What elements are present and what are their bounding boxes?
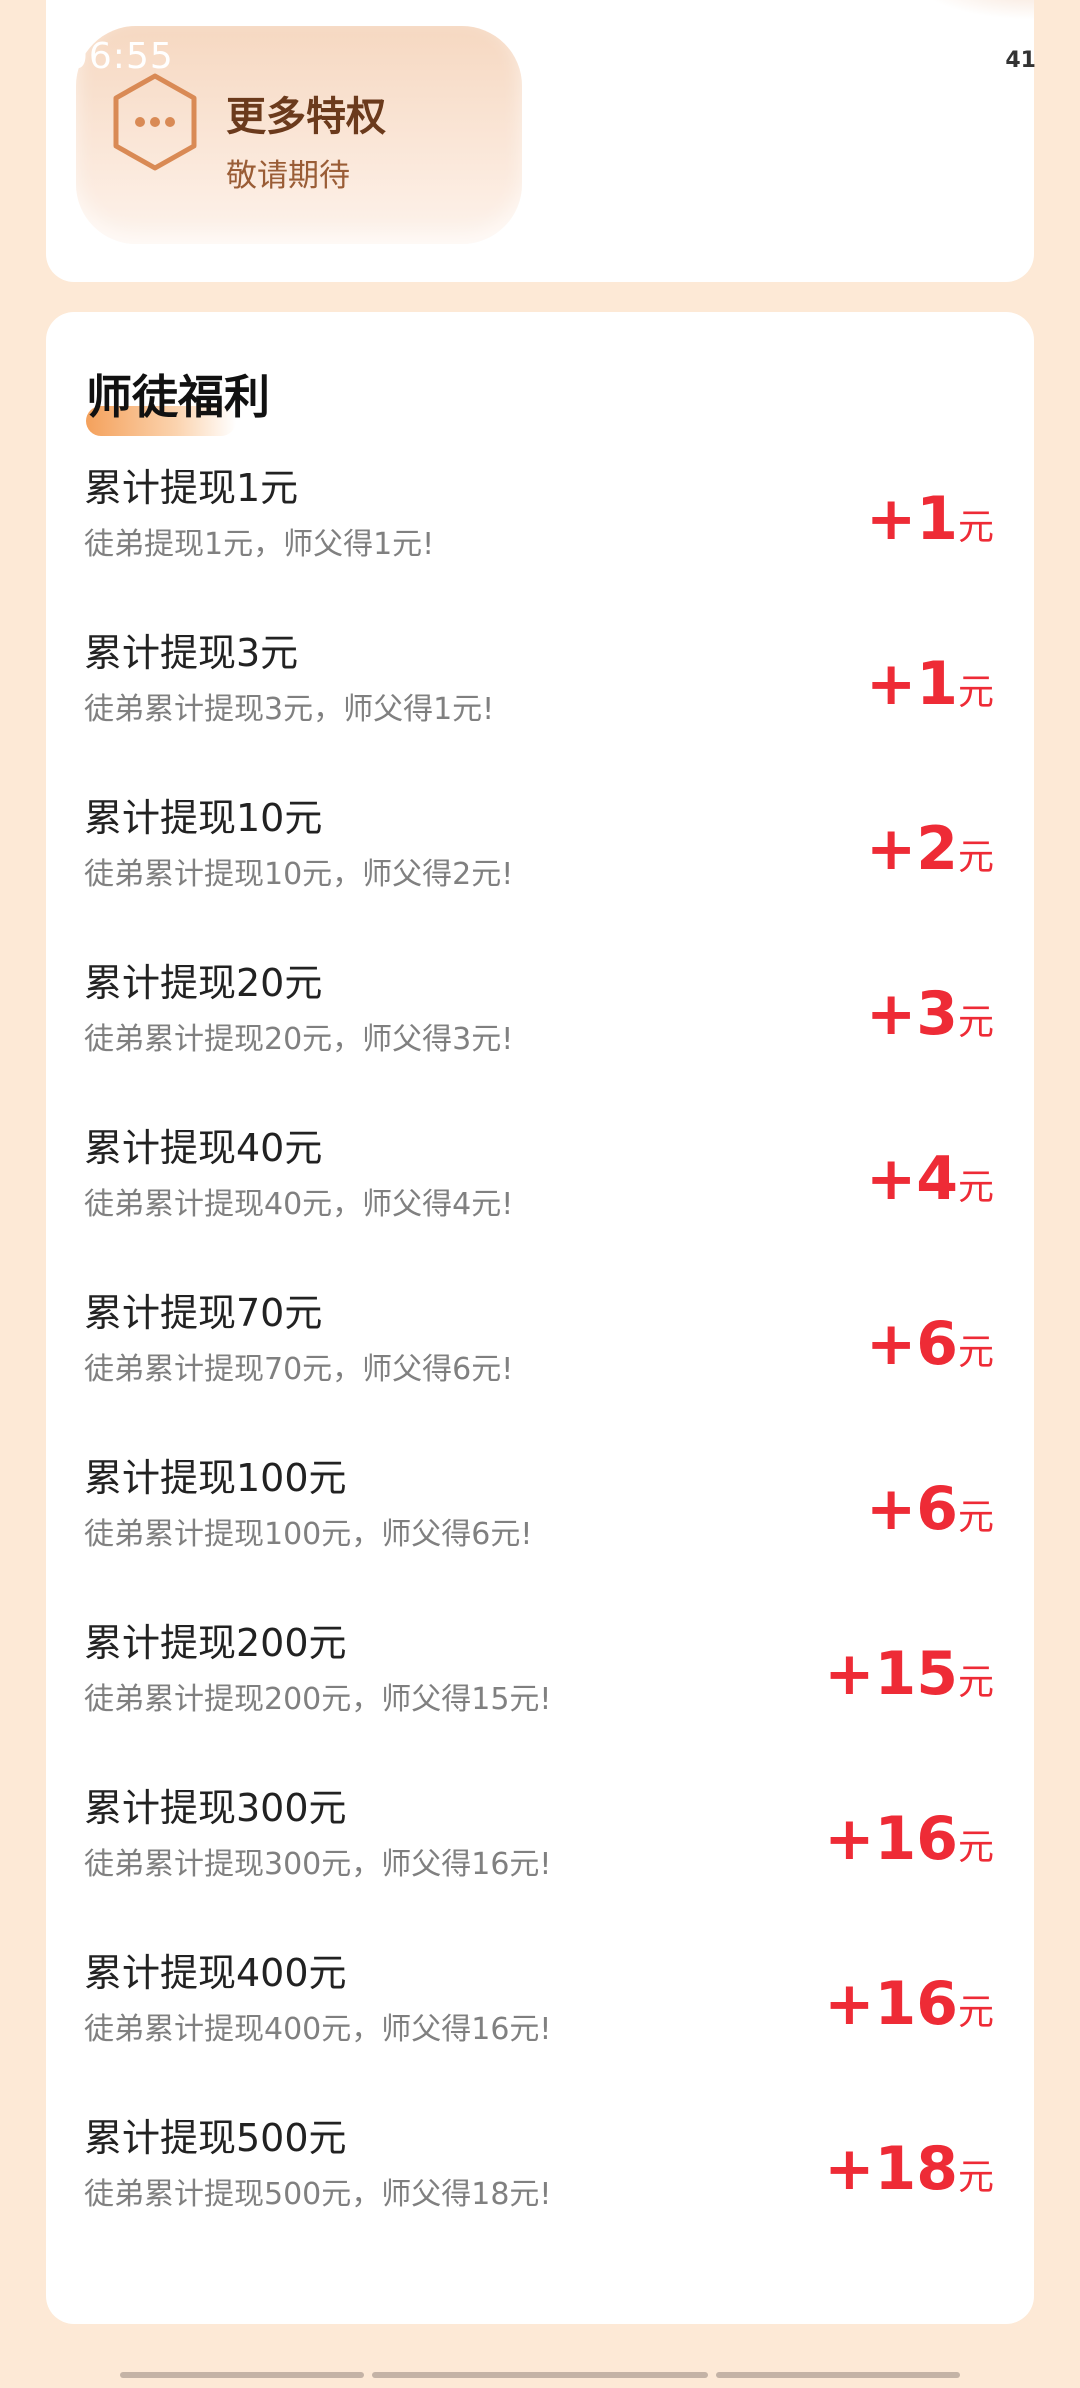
- bottom-tab-indicator: [120, 2372, 960, 2380]
- reward-amount: +15元: [824, 1639, 994, 1709]
- reward-row: 累计提现3元徒弟累计提现3元，师父得1元! +1元: [46, 627, 1034, 792]
- reward-amount-unit: 元: [957, 1827, 994, 1868]
- reward-amount-unit: 元: [957, 507, 994, 548]
- tab-indicator-1[interactable]: [120, 2372, 364, 2378]
- reward-amount-unit: 元: [957, 1992, 994, 2033]
- reward-name: 累计提现100元: [84, 1456, 347, 1500]
- reward-row: 累计提现10元徒弟累计提现10元，师父得2元! +2元: [46, 792, 1034, 957]
- reward-description: 徒弟累计提现3元，师父得1元!: [84, 692, 495, 727]
- reward-name: 累计提现300元: [84, 1786, 347, 1830]
- reward-amount: +2元: [866, 814, 994, 884]
- card-glow-decoration: [914, 0, 1034, 20]
- reward-amount-value: +18: [824, 2134, 958, 2204]
- reward-name: 累计提现400元: [84, 1951, 347, 1995]
- reward-amount-value: +15: [824, 1639, 958, 1709]
- reward-description: 徒弟累计提现500元，师父得18元!: [84, 2177, 552, 2212]
- reward-amount-unit: 元: [957, 1002, 994, 1043]
- reward-amount-value: +6: [865, 1309, 958, 1379]
- reward-description: 徒弟累计提现10元，师父得2元!: [84, 857, 514, 892]
- reward-amount-value: +4: [865, 1144, 958, 1214]
- reward-description: 徒弟累计提现300元，师父得16元!: [84, 1847, 552, 1882]
- reward-amount-unit: 元: [957, 1662, 994, 1703]
- reward-row: 累计提现500元徒弟累计提现500元，师父得18元! +18元: [46, 2112, 1034, 2277]
- reward-amount-value: +2: [865, 814, 958, 884]
- reward-name: 累计提现3元: [84, 631, 299, 675]
- reward-description: 徒弟累计提现200元，师父得15元!: [84, 1682, 552, 1717]
- reward-amount-unit: 元: [957, 672, 994, 713]
- reward-list: 累计提现1元 徒弟提现1元，师父得1元! +1元 累计提现3元 徒弟累计提现3元，师父得…: [46, 462, 1034, 2277]
- reward-description: 徒弟累计提现20元，师父得3元!: [84, 1022, 514, 1057]
- tab-indicator-3[interactable]: [716, 2372, 960, 2378]
- reward-row: 累计提现100元徒弟累计提现100元，师父得6元! +6元: [46, 1452, 1034, 1617]
- reward-name: 累计提现70元: [84, 1291, 323, 1335]
- reward-amount: +4元: [866, 1144, 994, 1214]
- reward-amount-value: +3: [865, 979, 958, 1049]
- welfare-card: 师徒福利 累计提现1元 徒弟提现1元，师父得1元! +1元 累计提现3元 徒弟累计提现3…: [46, 312, 1034, 2324]
- welfare-title: 师徒福利: [86, 370, 270, 424]
- more-dots-hexagon-icon: [113, 73, 197, 171]
- tab-indicator-2[interactable]: [372, 2372, 708, 2378]
- reward-amount-unit: 元: [957, 1167, 994, 1208]
- reward-name: 累计提现1元: [84, 466, 299, 510]
- reward-row: 累计提现70元徒弟累计提现70元，师父得6元! +6元: [46, 1287, 1034, 1452]
- reward-amount-unit: 元: [957, 2157, 994, 2198]
- welfare-header: 师徒福利: [86, 362, 270, 436]
- reward-name: 累计提现10元: [84, 796, 323, 840]
- reward-amount-value: +1: [865, 649, 958, 719]
- reward-description: 徒弟累计提现70元，师父得6元!: [84, 1352, 514, 1387]
- more-privilege-title: 更多特权: [226, 94, 386, 140]
- reward-amount: +16元: [824, 1969, 994, 2039]
- reward-amount-unit: 元: [957, 1497, 994, 1538]
- reward-name: 累计提现40元: [84, 1126, 323, 1170]
- reward-description: 徒弟提现1元，师父得1元!: [84, 527, 435, 562]
- reward-amount: +1元: [866, 649, 994, 719]
- reward-row: 累计提现40元徒弟累计提现40元，师父得4元! +4元: [46, 1122, 1034, 1287]
- reward-amount: +6元: [866, 1474, 994, 1544]
- reward-row: 累计提现300元徒弟累计提现300元，师父得16元! +16元: [46, 1782, 1034, 1947]
- reward-amount-value: +6: [865, 1474, 958, 1544]
- more-privilege-tile[interactable]: 更多特权 敬请期待: [76, 26, 522, 244]
- reward-name: 累计提现500元: [84, 2116, 347, 2160]
- reward-description: 徒弟累计提现400元，师父得16元!: [84, 2012, 552, 2047]
- reward-amount-value: +16: [824, 1969, 958, 2039]
- reward-row: 累计提现400元徒弟累计提现400元，师父得16元! +16元: [46, 1947, 1034, 2112]
- reward-amount-unit: 元: [957, 837, 994, 878]
- reward-amount: +6元: [866, 1309, 994, 1379]
- reward-description: 徒弟累计提现100元，师父得6元!: [84, 1517, 533, 1552]
- reward-row: 累计提现20元徒弟累计提现20元，师父得3元! +3元: [46, 957, 1034, 1122]
- reward-amount-unit: 元: [957, 1332, 994, 1373]
- reward-amount: +3元: [866, 979, 994, 1049]
- reward-row: 累计提现200元徒弟累计提现200元，师父得15元! +15元: [46, 1617, 1034, 1782]
- reward-description: 徒弟累计提现40元，师父得4元!: [84, 1187, 514, 1222]
- privileges-card: 更多特权 敬请期待: [46, 0, 1034, 282]
- reward-amount-value: +16: [824, 1804, 958, 1874]
- reward-amount: +18元: [824, 2134, 994, 2204]
- reward-amount-value: +1: [865, 484, 958, 554]
- reward-amount: +16元: [824, 1804, 994, 1874]
- reward-amount: +1元: [866, 484, 994, 554]
- reward-row: 累计提现1元徒弟提现1元，师父得1元! +1元: [46, 462, 1034, 627]
- reward-name: 累计提现200元: [84, 1621, 347, 1665]
- more-privilege-subtitle: 敬请期待: [226, 158, 350, 194]
- reward-name: 累计提现20元: [84, 961, 323, 1005]
